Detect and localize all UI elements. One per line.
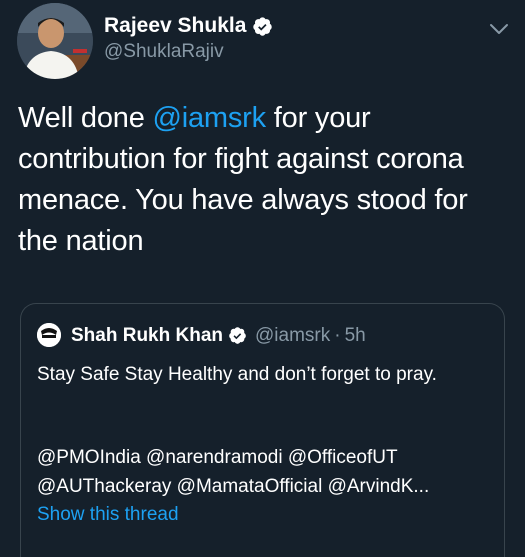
author-handle[interactable]: @ShuklaRajiv [104, 41, 224, 63]
quoted-author-header: Shah Rukh Khan @iamsrk · 5h [71, 322, 366, 349]
quoted-author-name[interactable]: Shah Rukh Khan [71, 325, 223, 347]
author-name[interactable]: Rajeev Shukla [104, 14, 246, 38]
quoted-author-avatar-image [37, 323, 61, 347]
author-avatar-image [17, 3, 93, 79]
tweet-mention-link[interactable]: @iamsrk [153, 102, 267, 134]
verified-badge-icon [229, 327, 246, 344]
author-header: Rajeev Shukla [104, 11, 273, 41]
quoted-mentions: @PMOIndia @narendramodi @OfficeofUT @AUT… [37, 443, 497, 501]
show-thread-link[interactable]: Show this thread [37, 504, 179, 526]
quoted-mentions-line-1[interactable]: @PMOIndia @narendramodi @OfficeofUT [37, 443, 497, 472]
quoted-mentions-line-2[interactable]: @AUThackeray @MamataOfficial @ArvindK... [37, 472, 497, 501]
tweet-text-before: Well done [18, 102, 153, 134]
tweet-text: Well done @iamsrk for your contribution … [18, 98, 513, 262]
quoted-tweet[interactable]: Shah Rukh Khan @iamsrk · 5h Stay Safe St… [20, 303, 505, 557]
quoted-timestamp[interactable]: 5h [345, 325, 366, 347]
time-separator: · [334, 324, 341, 346]
author-avatar[interactable] [17, 3, 93, 79]
quoted-tweet-text: Stay Safe Stay Healthy and don’t forget … [37, 364, 437, 385]
quoted-author-avatar[interactable] [37, 323, 61, 347]
tweet-card: Rajeev Shukla @ShuklaRajiv Well done @ia… [0, 0, 525, 557]
quoted-author-handle[interactable]: @iamsrk [255, 325, 330, 347]
verified-badge-icon [253, 16, 273, 36]
chevron-down-icon[interactable] [488, 22, 510, 36]
